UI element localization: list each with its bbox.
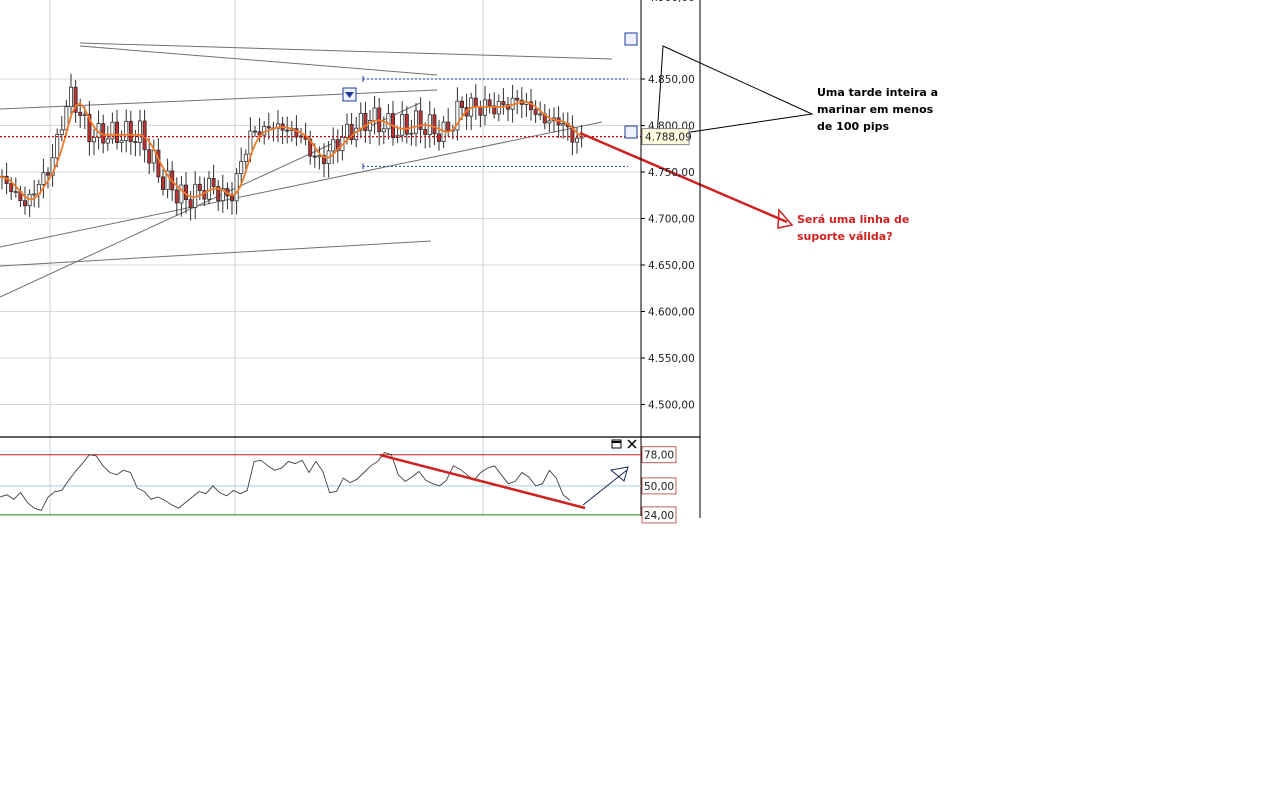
- candle-body: [188, 199, 193, 208]
- candle-body: [211, 178, 216, 187]
- candle-body: [358, 113, 363, 129]
- candle-body: [436, 133, 441, 142]
- price-tick-label: 4.850,00: [648, 74, 695, 86]
- candle-body: [27, 193, 32, 207]
- moving-average-line: [0, 100, 581, 201]
- candle-body: [561, 123, 566, 126]
- trendline: [79, 42, 613, 60]
- candle-body: [55, 134, 60, 159]
- oscillator-panel: 78,00 50,00 24,00: [0, 436, 700, 524]
- trendlines: [0, 42, 613, 298]
- candle-body: [363, 113, 368, 132]
- close-icon: [627, 439, 637, 449]
- candle-body: [197, 183, 202, 192]
- annotation-support-line-1: Será uma linha de: [797, 213, 909, 226]
- annotation-range-line-2: marinar em menos: [817, 103, 934, 116]
- candle-body: [32, 193, 37, 196]
- candle-body: [160, 176, 165, 190]
- breakout-arrow-head: [609, 466, 629, 482]
- annotations: Uma tarde inteira a marinar em menos de …: [797, 86, 938, 243]
- price-tick-label: 4.600,00: [648, 306, 695, 318]
- chart: 4.500,00 4.550,00 4.600,00 4.650,00 4.700,00…: [0, 0, 938, 524]
- trendline: [79, 45, 438, 76]
- candle-body: [229, 195, 234, 202]
- candle-body: [239, 161, 244, 175]
- oscillator-level-label: 24,00: [644, 510, 674, 522]
- current-price-label: 4.788,09: [645, 132, 692, 144]
- moving-average-series: [0, 100, 581, 201]
- candle-body: [41, 172, 46, 185]
- candle-body: [575, 137, 580, 143]
- candle-body: [515, 97, 520, 101]
- candle-body: [13, 191, 18, 194]
- candle-body: [206, 178, 211, 200]
- candle-body: [501, 101, 506, 106]
- candle-body: [22, 200, 27, 207]
- candle-body: [156, 149, 161, 178]
- candle-body: [317, 155, 322, 158]
- candle-body: [533, 109, 538, 115]
- candle-body: [400, 114, 405, 136]
- candle-body: [487, 99, 492, 107]
- candle-body: [418, 110, 423, 130]
- order-marker-icon: [624, 125, 638, 139]
- price-tick-label: 4.650,00: [648, 260, 695, 272]
- price-tick-label: 4.500,00: [648, 399, 695, 411]
- price-tick-label: 4.750,00: [648, 167, 695, 179]
- candle-body: [423, 129, 428, 135]
- candle-body: [9, 183, 14, 193]
- candle-body: [124, 120, 129, 142]
- candle-body: [386, 113, 391, 130]
- candle-body: [137, 120, 142, 143]
- annotation-support-line-2: suporte válida?: [797, 230, 893, 243]
- candle-body: [446, 121, 451, 132]
- annotation-range-line-3: de 100 pips: [817, 120, 889, 133]
- candle-body: [115, 121, 120, 143]
- candle-body: [69, 86, 74, 108]
- price-tick-label-partial: 4.900,00: [648, 0, 695, 4]
- candle-body: [312, 155, 317, 158]
- candle-body: [381, 128, 386, 133]
- trendline: [0, 240, 432, 267]
- candle-body: [78, 111, 83, 116]
- candle-body: [174, 189, 179, 204]
- candle-body: [92, 136, 97, 143]
- price-axis: 4.500,00 4.550,00 4.600,00 4.650,00 4.700,00…: [640, 0, 701, 518]
- trendline: [0, 89, 438, 110]
- candle-body: [344, 123, 349, 138]
- candle-body: [46, 172, 51, 176]
- candle-body: [372, 107, 377, 121]
- breakout-arrow-line: [582, 469, 628, 506]
- candle-body: [285, 129, 290, 132]
- candle-body: [252, 130, 257, 133]
- candle-body: [266, 126, 271, 129]
- candle-body: [473, 97, 478, 107]
- candle-body: [234, 173, 239, 202]
- price-tick-label: 4.550,00: [648, 353, 695, 365]
- candle-body: [432, 114, 437, 135]
- candle-body: [147, 149, 152, 164]
- candle-body: [459, 100, 464, 108]
- candle-body: [538, 113, 543, 116]
- oscillator-level-label: 78,00: [644, 450, 674, 462]
- candle-body: [105, 138, 110, 144]
- candle-body: [243, 153, 248, 162]
- order-marker-icon: [624, 32, 638, 46]
- candle-body: [59, 129, 64, 135]
- candle-body: [331, 139, 336, 152]
- candle-body: [404, 114, 409, 135]
- candle-body: [133, 141, 138, 143]
- price-tick-label: 4.700,00: [648, 214, 695, 226]
- candle-body: [413, 110, 418, 134]
- candlestick-series: [0, 73, 584, 221]
- candle-body: [128, 120, 133, 142]
- grid: [0, 0, 641, 516]
- candle-body: [119, 140, 124, 143]
- candle-body: [409, 132, 414, 135]
- candle-body: [547, 120, 552, 124]
- candle-body: [82, 113, 87, 116]
- oscillator-level-label: 50,00: [644, 481, 674, 493]
- candle-body: [478, 106, 483, 116]
- annotation-range-line-1: Uma tarde inteira a: [817, 86, 938, 99]
